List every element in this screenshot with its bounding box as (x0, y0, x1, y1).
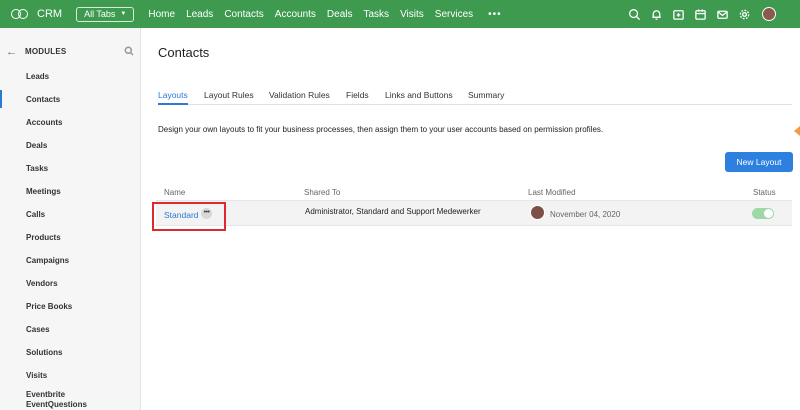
sidebar-item-cases[interactable]: Cases (0, 320, 141, 338)
gear-icon[interactable] (738, 8, 751, 21)
sidebar-item-contacts[interactable]: Contacts (0, 90, 141, 108)
sidebar-item-eventbrite-eventquestions[interactable]: Eventbrite EventQuestions (0, 388, 141, 410)
modules-sidebar: ← MODULES Leads Contacts Accounts Deals … (0, 28, 141, 410)
top-icon-group (619, 0, 776, 28)
column-header-name: Name (164, 188, 186, 197)
page-title: Contacts (158, 45, 210, 60)
user-avatar[interactable] (762, 7, 776, 21)
settings-tabs: Layouts Layout Rules Validation Rules Fi… (158, 88, 792, 105)
sidebar-item-tasks[interactable]: Tasks (0, 159, 141, 177)
more-options-icon[interactable]: ••• (201, 208, 212, 219)
search-icon[interactable] (124, 46, 134, 56)
new-layout-button[interactable]: New Layout (725, 152, 793, 172)
column-header-shared-to: Shared To (304, 188, 341, 197)
caret-down-icon: ▼ (120, 11, 127, 17)
calendar-add-icon[interactable] (672, 8, 685, 21)
tab-summary[interactable]: Summary (468, 90, 504, 100)
status-toggle[interactable] (752, 208, 774, 219)
main-nav: Home Leads Contacts Accounts Deals Tasks… (148, 9, 501, 20)
sidebar-item-leads[interactable]: Leads (0, 67, 141, 85)
layout-name-link[interactable]: Standard (164, 210, 199, 220)
sidebar-item-products[interactable]: Products (0, 228, 141, 246)
sidebar-item-price-books[interactable]: Price Books (0, 297, 141, 315)
nav-deals[interactable]: Deals (327, 9, 353, 20)
sidebar-item-accounts[interactable]: Accounts (0, 113, 141, 131)
nav-home[interactable]: Home (148, 9, 175, 20)
nav-accounts[interactable]: Accounts (275, 9, 316, 20)
sidebar-item-calls[interactable]: Calls (0, 205, 141, 223)
all-tabs-dropdown[interactable]: All Tabs ▼ (76, 6, 135, 22)
nav-leads[interactable]: Leads (186, 9, 213, 20)
toggle-knob (764, 209, 773, 218)
nav-more-button[interactable]: ••• (488, 9, 502, 20)
bell-icon[interactable] (650, 8, 663, 21)
sidebar-item-deals[interactable]: Deals (0, 136, 141, 154)
sidebar-item-solutions[interactable]: Solutions (0, 343, 141, 361)
nav-contacts[interactable]: Contacts (224, 9, 263, 20)
column-header-status: Status (753, 188, 776, 197)
last-modified-value: November 04, 2020 (550, 210, 621, 219)
sidebar-item-campaigns[interactable]: Campaigns (0, 251, 141, 269)
back-arrow-icon[interactable]: ← (6, 45, 17, 59)
crm-logo[interactable]: CRM (11, 7, 62, 21)
calendar-icon[interactable] (694, 8, 707, 21)
all-tabs-label: All Tabs (84, 9, 116, 19)
tab-validation-rules[interactable]: Validation Rules (269, 90, 330, 100)
search-icon[interactable] (628, 8, 641, 21)
crm-logo-icon (11, 7, 33, 21)
modified-by-avatar (530, 205, 545, 220)
feedback-tab-marker[interactable] (794, 126, 800, 136)
layouts-table-header: Name Shared To Last Modified Status (156, 185, 792, 201)
tab-layout-rules[interactable]: Layout Rules (204, 90, 254, 100)
column-header-last-modified: Last Modified (528, 188, 576, 197)
layouts-description: Design your own layouts to fit your busi… (158, 125, 604, 134)
tab-fields[interactable]: Fields (346, 90, 369, 100)
nav-tasks[interactable]: Tasks (364, 9, 390, 20)
sidebar-item-visits[interactable]: Visits (0, 366, 141, 384)
sidebar-item-meetings[interactable]: Meetings (0, 182, 141, 200)
main-content: Contacts Layouts Layout Rules Validation… (142, 28, 800, 410)
shared-to-value: Administrator, Standard and Support Mede… (305, 207, 481, 216)
app-name: CRM (37, 8, 63, 20)
tab-layouts[interactable]: Layouts (158, 90, 188, 105)
sidebar-header: ← MODULES (0, 45, 141, 59)
nav-visits[interactable]: Visits (400, 9, 424, 20)
table-row: Standard ••• Administrator, Standard and… (152, 201, 792, 231)
mail-icon[interactable] (716, 8, 729, 21)
sidebar-item-vendors[interactable]: Vendors (0, 274, 141, 292)
tab-links-and-buttons[interactable]: Links and Buttons (385, 90, 453, 100)
nav-services[interactable]: Services (435, 9, 473, 20)
modules-title: MODULES (25, 47, 67, 56)
top-navigation-bar: CRM All Tabs ▼ Home Leads Contacts Accou… (0, 0, 800, 28)
